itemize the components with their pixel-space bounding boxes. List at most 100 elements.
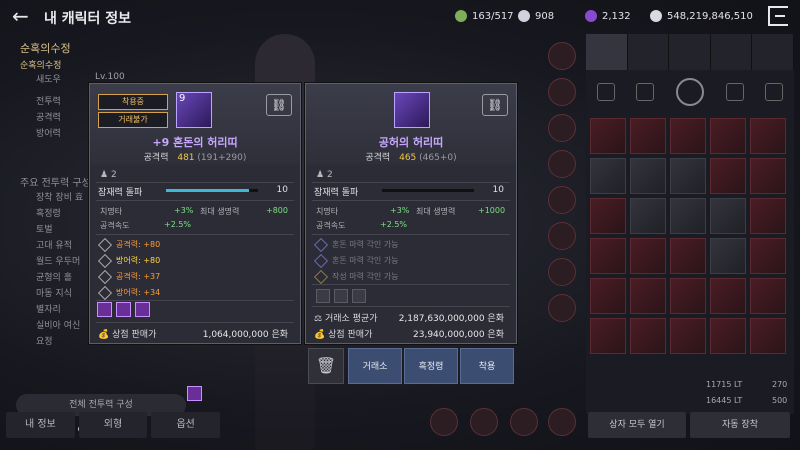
inventory-slot[interactable] — [630, 118, 666, 154]
tab-options[interactable]: 옵션 — [151, 412, 221, 438]
equip-slot[interactable] — [548, 114, 576, 142]
inventory-slot[interactable] — [590, 198, 626, 234]
tab-equipment[interactable] — [586, 34, 628, 70]
inventory-slot[interactable] — [590, 158, 626, 194]
inventory-slot[interactable] — [750, 198, 786, 234]
exchange-button[interactable]: 거래소 — [348, 348, 402, 384]
tab-my-info[interactable]: 내 정보 — [6, 412, 75, 438]
link-icon[interactable]: ⛓ — [266, 94, 292, 116]
filter-hand-icon[interactable] — [725, 83, 744, 101]
compose-header: 주요 전투력 구성 — [20, 178, 91, 189]
equip-slot[interactable] — [548, 42, 576, 70]
engrave-slot: 혼돈 마력 각인 가능 — [313, 253, 399, 268]
compose-item: 별자리 — [36, 305, 61, 315]
inventory-slot[interactable] — [630, 238, 666, 274]
shield-icon — [97, 285, 113, 300]
equip-button[interactable]: 착용 — [460, 348, 514, 384]
open-all-boxes-button[interactable]: 상자 모두 열기 — [588, 412, 686, 438]
stat-aspd: 공격속도 — [100, 221, 130, 230]
slot-max: 500 — [772, 396, 788, 405]
inventory-slot[interactable] — [590, 278, 626, 314]
equip-slot[interactable] — [548, 222, 576, 250]
filter-accessory-icon[interactable] — [675, 78, 704, 106]
inventory-slot[interactable] — [630, 198, 666, 234]
silver-icon — [650, 10, 662, 22]
potential-bar — [166, 189, 258, 192]
equipped-badge: 착용중 — [98, 94, 168, 110]
tab-appearance[interactable]: 외형 — [78, 412, 148, 438]
equip-slot[interactable] — [548, 186, 576, 214]
inventory-slot[interactable] — [710, 278, 746, 314]
inventory-slot[interactable] — [750, 318, 786, 354]
diamond-icon — [313, 253, 329, 268]
engrave-option: 공격력: +80 — [97, 237, 160, 252]
filter-other-icon[interactable] — [765, 83, 784, 101]
inventory-slot[interactable] — [670, 118, 706, 154]
trash-icon[interactable]: 🗑 — [308, 348, 344, 384]
inventory-slot[interactable] — [590, 238, 626, 274]
resource-energy: 163/517 — [455, 8, 514, 24]
inventory-slot[interactable] — [750, 278, 786, 314]
auto-equip-button[interactable]: 자동 장착 — [690, 412, 790, 438]
inventory-slot[interactable] — [630, 158, 666, 194]
equip-slot[interactable] — [548, 294, 576, 322]
crossed-swords-icon — [97, 237, 113, 252]
inventory-slot[interactable] — [590, 318, 626, 354]
filter-weapon-icon[interactable] — [596, 83, 615, 101]
stat-crit-value: +3% — [390, 206, 410, 215]
inventory-slot[interactable] — [630, 318, 666, 354]
equip-slot[interactable] — [510, 408, 538, 436]
tab-costume[interactable] — [752, 34, 794, 70]
stat-defense: 방어력 — [36, 129, 61, 139]
scale-icon: ⚖ — [314, 314, 323, 324]
compose-item: 혹정령 — [36, 209, 61, 219]
socket-gem-icon — [97, 302, 112, 317]
level-text: Lv.100 — [95, 72, 125, 82]
inventory-slot[interactable] — [710, 238, 746, 274]
inventory-slot[interactable] — [630, 278, 666, 314]
engrave-option: 방어력: +80 — [97, 253, 160, 268]
inventory-slot[interactable] — [710, 158, 746, 194]
stat-aspd-value: +2.5% — [164, 220, 192, 229]
stat-power: 전투력 — [36, 97, 61, 107]
equip-slot[interactable] — [430, 408, 458, 436]
inventory-slot[interactable] — [670, 238, 706, 274]
stat-maxhp-value: +800 — [266, 206, 288, 215]
inventory-slot[interactable] — [710, 198, 746, 234]
exit-icon[interactable] — [768, 6, 788, 26]
page-title: 내 캐릭터 정보 — [44, 11, 132, 27]
empty-socket-icon — [316, 289, 330, 303]
equip-slot[interactable] — [548, 150, 576, 178]
black-spirit-button[interactable]: 흑정령 — [404, 348, 458, 384]
equip-slot[interactable] — [548, 258, 576, 286]
gem-icon — [585, 10, 597, 22]
tab-misc[interactable] — [710, 34, 753, 70]
inventory-slot[interactable] — [670, 318, 706, 354]
tab-consumables[interactable] — [627, 34, 670, 70]
inventory-slot[interactable] — [710, 118, 746, 154]
attack-line: 공격력 481 (191+290) — [143, 153, 247, 163]
inventory-slot[interactable] — [670, 278, 706, 314]
inventory-slot[interactable] — [750, 158, 786, 194]
compose-item: 장착 장비 효 — [36, 193, 84, 203]
back-arrow-icon[interactable]: ← — [12, 6, 29, 26]
inventory-slot[interactable] — [710, 318, 746, 354]
equip-slot[interactable] — [548, 408, 576, 436]
stat-aspd-value: +2.5% — [380, 220, 408, 229]
filter-armor-icon[interactable] — [636, 83, 655, 101]
sell-price-row: 💰 상점 판매가 23,940,000,000 은화 — [314, 330, 504, 340]
crossed-swords-icon — [97, 269, 113, 284]
equip-slot[interactable] — [470, 408, 498, 436]
link-icon[interactable]: ⛓ — [482, 94, 508, 116]
inventory-slot[interactable] — [750, 238, 786, 274]
tab-materials[interactable] — [669, 34, 711, 70]
inventory-slot[interactable] — [590, 118, 626, 154]
inventory-slot[interactable] — [670, 198, 706, 234]
enhance-level: 9 — [179, 93, 186, 104]
equip-slot[interactable] — [548, 78, 576, 106]
inventory-slot[interactable] — [670, 158, 706, 194]
inventory-tabs — [586, 34, 794, 70]
inventory-slot[interactable] — [750, 118, 786, 154]
inventory-panel: 11715 LT 16445 LT 270 500 — [586, 34, 794, 414]
weight-max: 16445 LT — [706, 396, 743, 405]
